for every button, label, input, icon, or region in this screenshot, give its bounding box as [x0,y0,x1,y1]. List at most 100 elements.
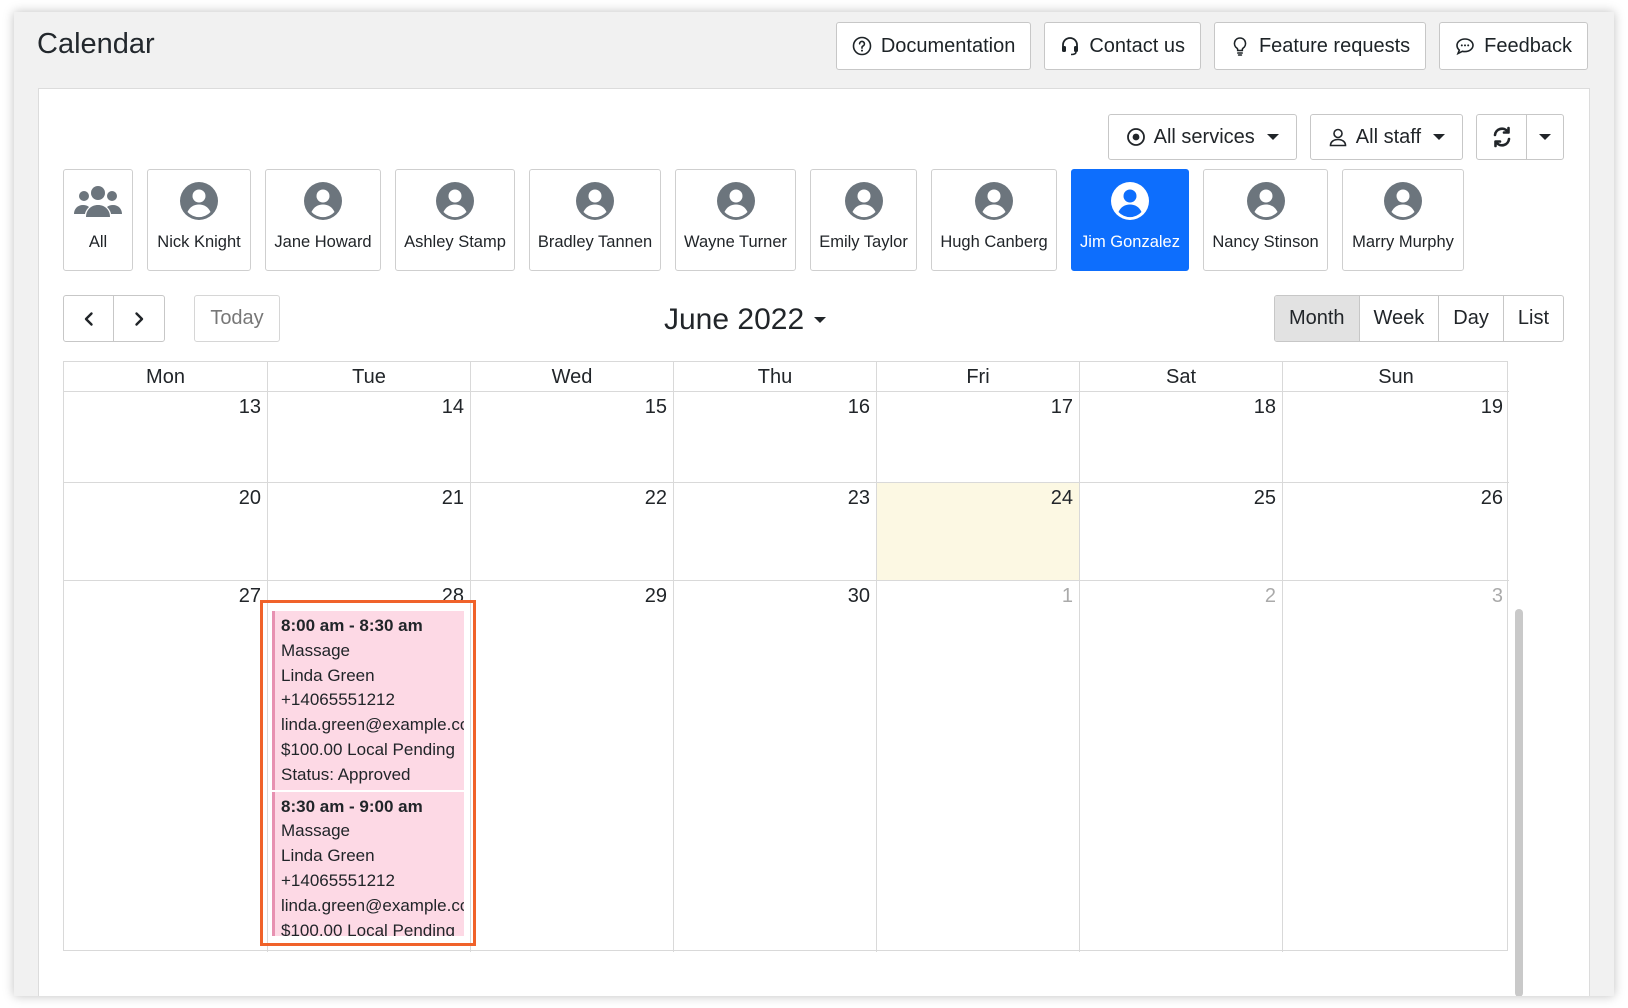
refresh-button[interactable] [1477,115,1527,159]
view-month-button[interactable]: Month [1274,296,1359,341]
view-week-button[interactable]: Week [1358,296,1439,341]
documentation-button[interactable]: Documentation [835,22,1032,70]
day-cell[interactable]: 2 [1079,580,1282,952]
user-circle-icon [576,182,614,220]
staff-name: Ashley Stamp [404,233,506,251]
view-list-button[interactable]: List [1502,296,1563,341]
date-nav [63,295,165,342]
refresh-icon [1493,126,1510,148]
staff-filter-button[interactable]: All staff [1309,114,1463,160]
user-circle-icon [304,182,342,220]
day-number[interactable]: 2 [1265,585,1276,608]
contact-us-button[interactable]: Contact us [1044,22,1201,70]
staff-selector: All Nick Knight Jane Howard Ashley Stamp Bra… [63,169,1464,271]
lightbulb-icon [1233,37,1247,56]
staff-item-jane-howard[interactable]: Jane Howard [265,169,381,271]
user-circle-icon [436,182,474,220]
day-number[interactable]: 18 [1254,396,1276,419]
staff-item-emily-taylor[interactable]: Emily Taylor [810,169,917,271]
chevron-left-icon [84,311,93,326]
day-cell[interactable]: 26 [1282,482,1509,580]
day-number[interactable]: 21 [442,487,464,510]
staff-name: Nancy Stinson [1212,233,1319,251]
day-number[interactable]: 24 [1051,487,1073,510]
weekday-header: Sat [1079,362,1282,392]
event-phone: +14065551212 [281,870,395,890]
staff-item-all[interactable]: All [63,169,133,271]
day-number[interactable]: 3 [1492,585,1503,608]
prev-button[interactable] [64,296,114,341]
dot-circle-icon [1126,128,1145,146]
calendar-scrollbar[interactable] [1515,609,1523,996]
staff-name: Bradley Tannen [537,233,653,251]
staff-name: Hugh Canberg [940,233,1048,251]
staff-item-hugh-canberg[interactable]: Hugh Canberg [931,169,1057,271]
day-cell[interactable]: 17 [876,392,1079,482]
event-payment: $100.00 Local Pending [281,920,455,936]
day-number[interactable]: 30 [848,585,870,608]
day-cell[interactable]: 21 [267,482,470,580]
day-number[interactable]: 20 [239,487,261,510]
day-number[interactable]: 16 [848,396,870,419]
day-cell[interactable]: 29 [470,580,673,952]
day-cell[interactable]: 20 [64,482,267,580]
day-number[interactable]: 1 [1062,585,1073,608]
day-number[interactable]: 22 [645,487,667,510]
staff-name: Jim Gonzalez [1080,233,1180,251]
day-cell[interactable]: 19 [1282,392,1509,482]
day-number[interactable]: 15 [645,396,667,419]
user-circle-icon [1246,182,1285,220]
day-cell[interactable]: 3 [1282,580,1509,952]
staff-name: Emily Taylor [819,233,908,251]
staff-item-bradley-tannen[interactable]: Bradley Tannen [529,169,661,271]
staff-name: Marry Murphy [1352,233,1454,251]
day-cell[interactable]: 18 [1079,392,1282,482]
month-picker[interactable]: June 2022 [664,303,827,337]
next-button[interactable] [114,296,164,341]
staff-item-nancy-stinson[interactable]: Nancy Stinson [1203,169,1328,271]
staff-item-nick-knight[interactable]: Nick Knight [147,169,251,271]
day-number[interactable]: 14 [442,396,464,419]
event-email: linda.green@example.com [281,895,464,915]
feature-requests-button[interactable]: Feature requests [1213,22,1427,70]
day-number[interactable]: 26 [1481,487,1503,510]
day-cell[interactable]: 16 [673,392,876,482]
services-filter-button[interactable]: All services [1107,114,1297,160]
event-client: Linda Green [281,665,375,685]
staff-item-ashley-stamp[interactable]: Ashley Stamp [395,169,515,271]
weekday-header: Tue [267,362,470,392]
day-cell[interactable]: 14 [267,392,470,482]
weekday-header: Fri [876,362,1079,392]
today-button[interactable]: Today [194,295,280,342]
day-cell[interactable]: 30 [673,580,876,952]
day-cell[interactable]: 1 [876,580,1079,952]
day-cell[interactable]: 27 [64,580,267,952]
day-number[interactable]: 13 [239,396,261,419]
day-cell[interactable]: 22 [470,482,673,580]
day-number[interactable]: 27 [239,585,261,608]
appointment-event[interactable]: 8:00 am - 8:30 am Massage Linda Green +1406… [272,611,464,790]
appointment-event[interactable]: 8:30 am - 9:00 am Massage Linda Green +1406… [272,791,464,936]
staff-filter-label: All staff [1355,125,1421,148]
staff-item-jim-gonzalez[interactable]: Jim Gonzalez [1071,169,1189,271]
staff-item-marry-murphy[interactable]: Marry Murphy [1342,169,1464,271]
day-cell[interactable]: 23 [673,482,876,580]
day-cell[interactable]: 24 [876,482,1079,580]
day-number[interactable]: 19 [1481,396,1503,419]
user-icon [1329,128,1347,147]
day-cell[interactable]: 28 8:00 am - 8:30 am Massage Linda Green +14… [267,580,470,952]
day-cell[interactable]: 13 [64,392,267,482]
day-cell[interactable]: 25 [1079,482,1282,580]
day-number[interactable]: 23 [848,487,870,510]
staff-item-wayne-turner[interactable]: Wayne Turner [675,169,796,271]
day-cell[interactable]: 15 [470,392,673,482]
feedback-button[interactable]: Feedback [1439,22,1588,70]
view-day-button[interactable]: Day [1438,296,1503,341]
refresh-options-button[interactable] [1527,115,1563,159]
event-phone: +14065551212 [281,690,395,710]
day-number[interactable]: 28 [442,585,464,608]
day-number[interactable]: 17 [1051,396,1073,419]
documentation-label: Documentation [880,34,1016,57]
day-number[interactable]: 29 [645,585,667,608]
day-number[interactable]: 25 [1254,487,1276,510]
